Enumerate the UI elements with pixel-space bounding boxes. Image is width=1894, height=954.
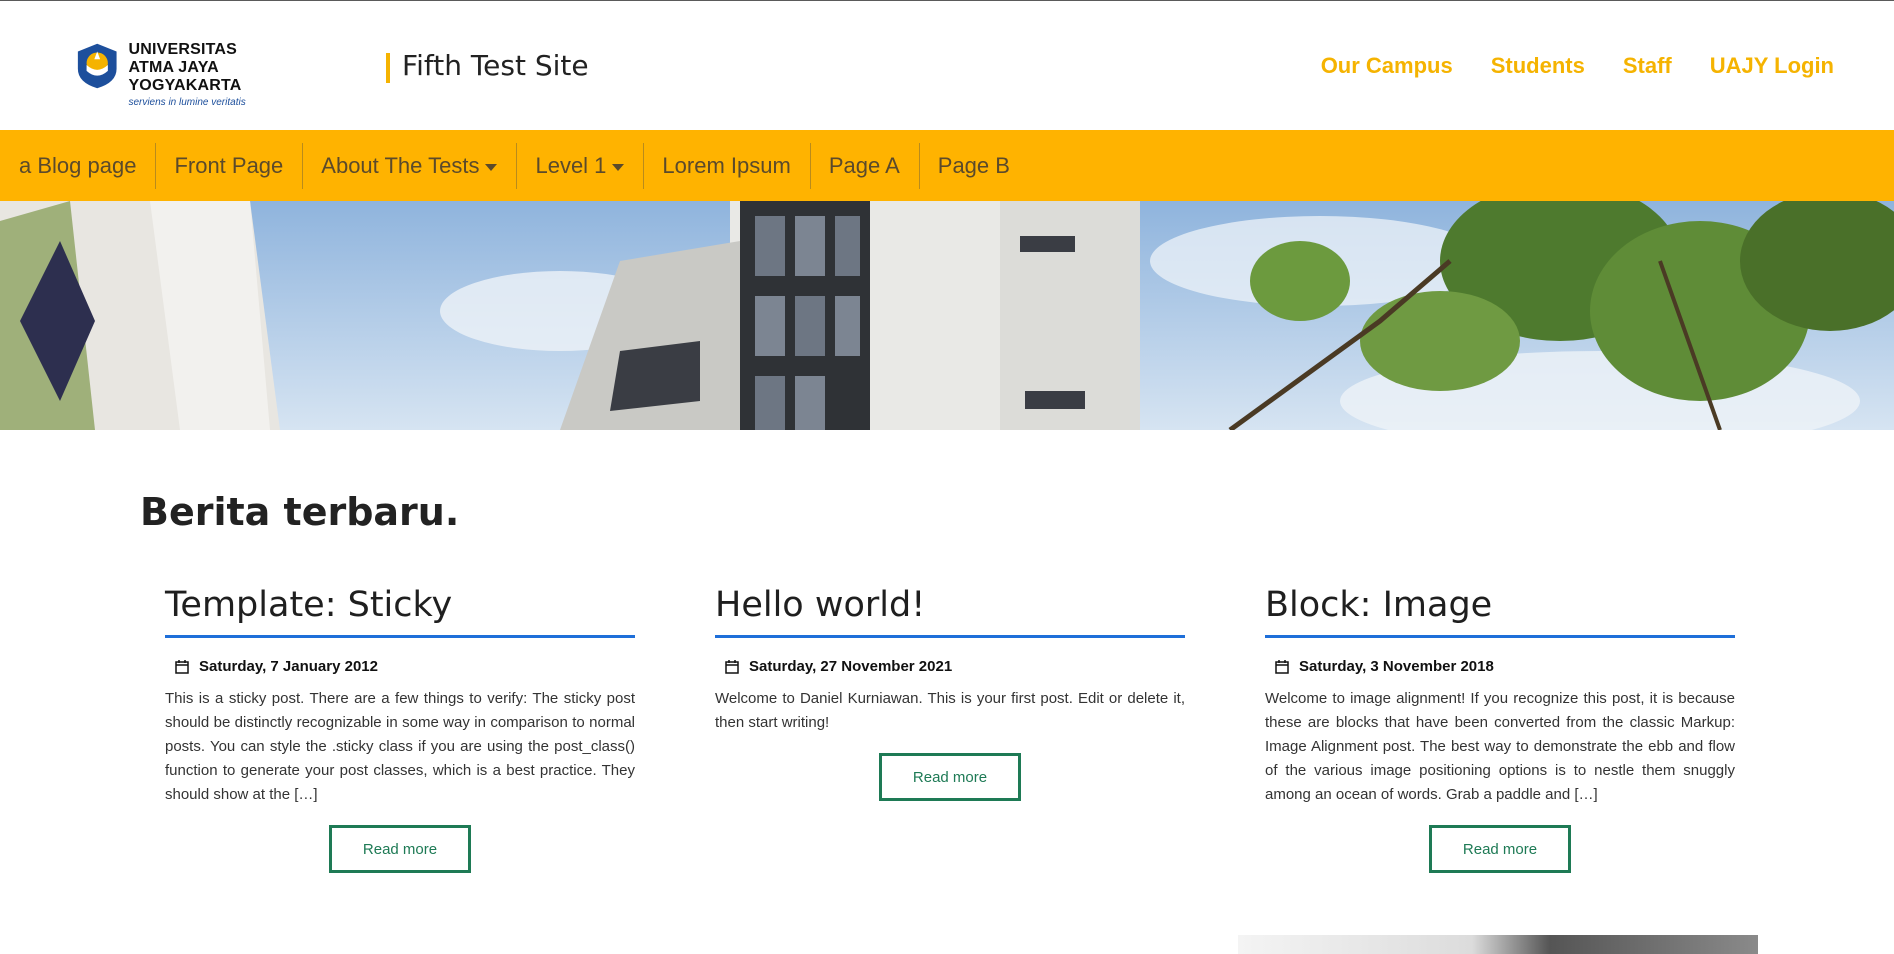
post-excerpt: This is a sticky post. There are a few t… (165, 690, 635, 803)
post-date: Saturday, 7 January 2012 (199, 658, 378, 675)
menu-item-label: Page A (828, 152, 900, 178)
post-title[interactable]: Block: Image (1265, 585, 1735, 638)
university-logo[interactable]: UNIVERSITAS ATMA JAYA YOGYAKARTA servien… (74, 41, 329, 108)
logo-line-2: ATMA JAYA YOGYAKARTA (128, 59, 242, 94)
post-card: Template: Sticky Saturday, 7 January 201… (165, 585, 635, 873)
post-thumbnail-image (1238, 935, 1758, 954)
hero-banner-image (0, 201, 1894, 430)
menu-item-label: Page B (937, 152, 1010, 178)
post-card: Block: Image Saturday, 3 November 2018 W… (1265, 585, 1735, 873)
post-meta: Saturday, 27 November 2021 (715, 658, 1185, 675)
logo-tagline: serviens in lumine veritatis (128, 97, 246, 108)
read-more-button[interactable]: Read more (1429, 825, 1571, 873)
site-title[interactable]: Fifth Test Site (402, 49, 589, 82)
post-title[interactable]: Template: Sticky (165, 585, 635, 638)
menu-item-label: a Blog page (19, 152, 137, 178)
shield-logo-icon (77, 43, 117, 89)
menu-item-label: Level 1 (535, 152, 607, 178)
top-navigation: Our Campus Students Staff UAJY Login (1321, 53, 1834, 79)
read-more-button[interactable]: Read more (329, 825, 471, 873)
read-more-button[interactable]: Read more (879, 753, 1021, 801)
post-card: Hello world! Saturday, 27 November 2021 … (715, 585, 1185, 801)
nav-staff[interactable]: Staff (1623, 53, 1672, 79)
nav-our-campus[interactable]: Our Campus (1321, 53, 1453, 79)
calendar-icon (175, 659, 189, 674)
main-menu: a Blog page Front Page About The Tests L… (0, 130, 1894, 201)
post-date: Saturday, 27 November 2021 (749, 658, 953, 675)
post-meta: Saturday, 3 November 2018 (1265, 658, 1735, 675)
menu-item-label: About The Tests (321, 152, 480, 178)
menu-item-front-page[interactable]: Front Page (155, 141, 302, 191)
site-header: UNIVERSITAS ATMA JAYA YOGYAKARTA servien… (0, 1, 1894, 130)
post-excerpt: Welcome to Daniel Kurniawan. This is you… (715, 690, 1185, 731)
post-meta: Saturday, 7 January 2012 (165, 658, 635, 675)
menu-item-blog-page[interactable]: a Blog page (0, 141, 155, 191)
menu-item-label: Front Page (174, 152, 284, 178)
post-excerpt: Welcome to image alignment! If you recog… (1265, 690, 1735, 803)
menu-item-level-1[interactable]: Level 1 (516, 141, 643, 191)
nav-uajy-login[interactable]: UAJY Login (1710, 53, 1834, 79)
menu-item-page-a[interactable]: Page A (809, 141, 919, 191)
title-separator (386, 53, 390, 83)
caret-down-icon (612, 164, 625, 171)
menu-item-lorem-ipsum[interactable]: Lorem Ipsum (643, 141, 809, 191)
post-title[interactable]: Hello world! (715, 585, 1185, 638)
menu-item-page-b[interactable]: Page B (918, 141, 1029, 191)
logo-line-1: UNIVERSITAS (128, 41, 238, 58)
post-date: Saturday, 3 November 2018 (1299, 658, 1494, 675)
calendar-icon (725, 659, 739, 674)
section-title: Berita terbaru. (140, 490, 460, 534)
menu-item-about-the-tests[interactable]: About The Tests (302, 141, 516, 191)
caret-down-icon (485, 164, 498, 171)
menu-item-label: Lorem Ipsum (662, 152, 791, 178)
nav-students[interactable]: Students (1491, 53, 1585, 79)
calendar-icon (1275, 659, 1289, 674)
